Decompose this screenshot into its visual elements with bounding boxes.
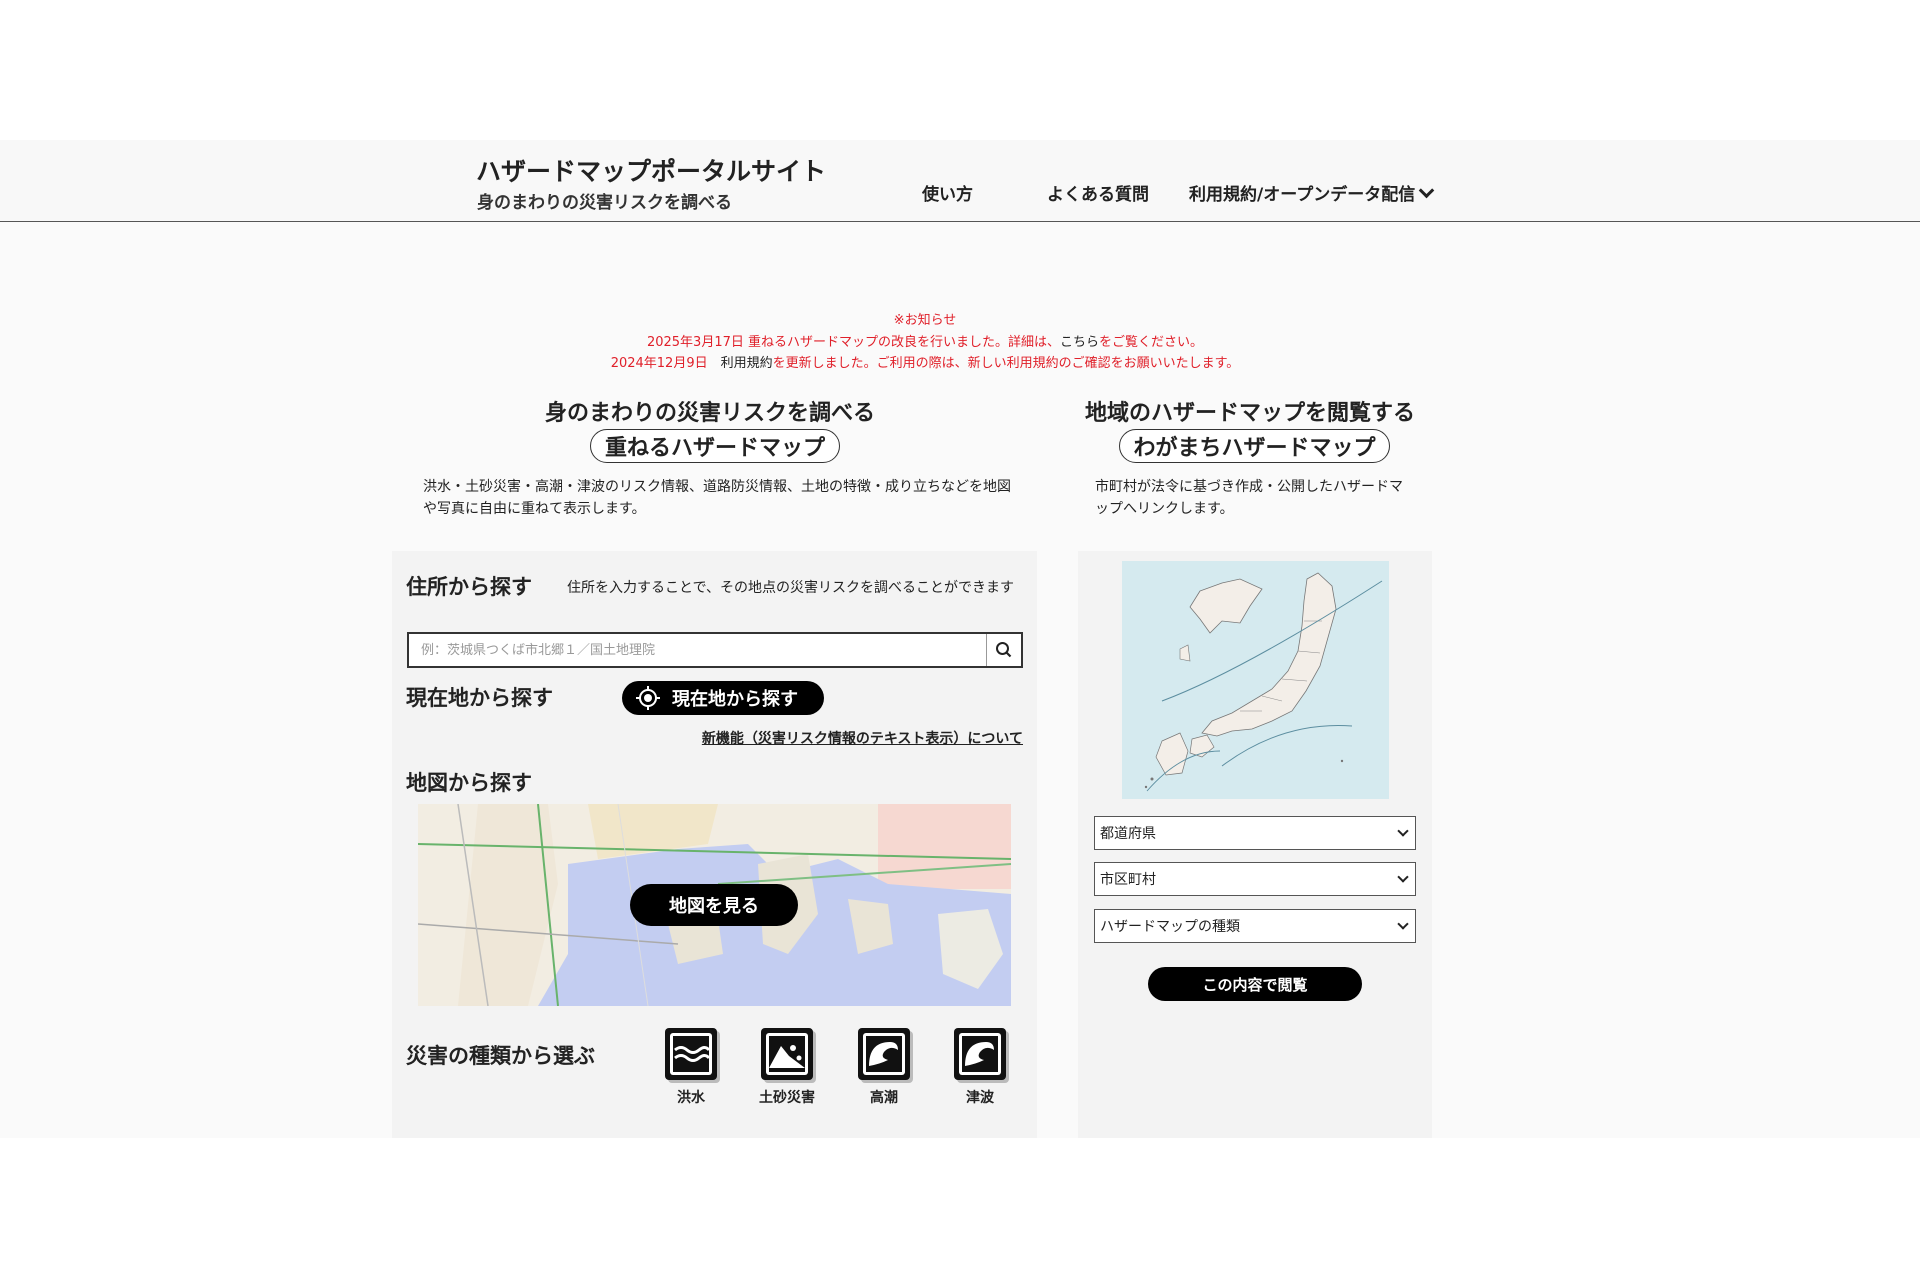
search-icon bbox=[996, 642, 1012, 658]
notice-line-2: 2024年12月9日 利用規約を更新しました。ご利用の際は、新しい利用規約のご確… bbox=[0, 352, 1850, 371]
chevron-down-icon bbox=[1397, 871, 1409, 883]
notice-line-1: 2025年3月17日 重ねるハザードマップの改良を行いました。詳細は、こちらをご… bbox=[0, 331, 1850, 350]
site-title[interactable]: ハザードマップポータルサイト bbox=[476, 152, 826, 188]
left-description: 洪水・土砂災害・高潮・津波のリスク情報、道路防災情報、土地の特徴・成り立ちなどを… bbox=[423, 479, 1011, 517]
japan-map-image bbox=[1122, 561, 1389, 799]
kasaneru-hazard-map-title[interactable]: 重ねるハザードマップ bbox=[590, 429, 840, 463]
notice-details-link[interactable]: こちら bbox=[1060, 335, 1099, 350]
right-description: 市町村が法令に基づき作成・公開したハザードマップへリンクします。 bbox=[1095, 479, 1403, 517]
address-search-input[interactable] bbox=[409, 634, 989, 666]
nav-usage[interactable]: 使い方 bbox=[922, 180, 973, 205]
storm-surge-icon[interactable] bbox=[858, 1028, 910, 1080]
flood-label[interactable]: 洪水 bbox=[664, 1087, 718, 1107]
address-search-label: 住所から探す bbox=[406, 575, 532, 599]
current-location-button[interactable]: 現在地から探す bbox=[622, 681, 824, 715]
japan-map[interactable] bbox=[1122, 561, 1389, 799]
landslide-icon-graphic bbox=[766, 1033, 808, 1075]
notice-text: を更新しました。ご利用の際は、新しい利用規約のご確認をお願いいたします。 bbox=[772, 356, 1240, 371]
municipality-select[interactable]: 市区町村 bbox=[1094, 862, 1416, 896]
flood-icon-graphic bbox=[670, 1033, 712, 1075]
wagamachi-hazard-map-title[interactable]: わがまちハザードマップ bbox=[1119, 429, 1390, 463]
notice-text: をご覧ください。 bbox=[1099, 335, 1204, 350]
left-section-heading: 身のまわりの災害リスクを調べる bbox=[545, 401, 876, 426]
storm-surge-label[interactable]: 高潮 bbox=[857, 1087, 911, 1107]
current-location-button-label: 現在地から探す bbox=[672, 689, 798, 710]
view-content-button[interactable]: この内容で閲覧 bbox=[1148, 967, 1362, 1001]
nav-faq[interactable]: よくある質問 bbox=[1047, 180, 1149, 205]
view-map-button[interactable]: 地図を見る bbox=[630, 884, 798, 926]
municipality-select-label: 市区町村 bbox=[1100, 872, 1156, 888]
storm-surge-icon-graphic bbox=[863, 1033, 905, 1075]
notice-terms-link[interactable]: 利用規約 bbox=[721, 356, 773, 371]
nav-terms-label: 利用規約/オープンデータ配信 bbox=[1189, 185, 1416, 205]
chevron-down-icon bbox=[1418, 182, 1435, 199]
right-section-heading: 地域のハザードマップを閲覧する bbox=[1085, 401, 1416, 426]
tsunami-icon[interactable] bbox=[954, 1028, 1006, 1080]
prefecture-select-label: 都道府県 bbox=[1100, 826, 1156, 842]
notice-text: 2024年12月9日 bbox=[610, 356, 721, 371]
disaster-type-label: 災害の種類から選ぶ bbox=[406, 1044, 595, 1068]
chevron-down-icon bbox=[1397, 918, 1409, 930]
landslide-label[interactable]: 土砂災害 bbox=[746, 1087, 828, 1107]
hazard-map-type-select[interactable]: ハザードマップの種類 bbox=[1094, 909, 1416, 943]
site-subtitle: 身のまわりの災害リスクを調べる bbox=[477, 193, 732, 213]
search-button[interactable] bbox=[986, 634, 1021, 666]
hazard-map-type-select-label: ハザードマップの種類 bbox=[1100, 919, 1240, 935]
site-header: ハザードマップポータルサイト 身のまわりの災害リスクを調べる 使い方 よくある質… bbox=[0, 140, 1920, 222]
flood-icon[interactable] bbox=[665, 1028, 717, 1080]
address-search-hint: 住所を入力することで、その地点の災害リスクを調べることができます bbox=[567, 580, 1015, 596]
current-location-label: 現在地から探す bbox=[406, 686, 553, 710]
tsunami-label[interactable]: 津波 bbox=[953, 1087, 1007, 1107]
map-search-label: 地図から探す bbox=[406, 771, 532, 795]
address-search-box bbox=[407, 632, 1023, 668]
nav-terms[interactable]: 利用規約/オープンデータ配信 bbox=[1189, 180, 1435, 205]
landslide-icon[interactable] bbox=[761, 1028, 813, 1080]
new-feature-link[interactable]: 新機能（災害リスク情報のテキスト表示）について bbox=[702, 728, 1023, 748]
notice-text: 2025年3月17日 重ねるハザードマップの改良を行いました。詳細は、 bbox=[646, 335, 1060, 350]
location-target-icon bbox=[636, 686, 660, 710]
tsunami-icon-graphic bbox=[959, 1033, 1001, 1075]
chevron-down-icon bbox=[1397, 825, 1409, 837]
notice-heading: ※お知らせ bbox=[893, 313, 957, 328]
prefecture-select[interactable]: 都道府県 bbox=[1094, 816, 1416, 850]
